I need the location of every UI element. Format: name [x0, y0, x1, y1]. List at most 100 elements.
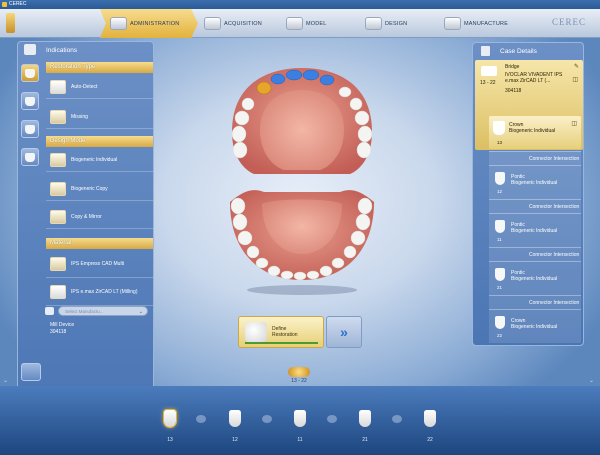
- bridge-type: Bridge: [505, 64, 520, 70]
- strip-tooth-label: 21: [362, 437, 368, 443]
- bridge-icon: [25, 96, 35, 106]
- pontic-icon: [495, 172, 505, 185]
- define-restoration-button[interactable]: Define Restoration: [238, 316, 324, 348]
- option-ips-empress[interactable]: IPS Empress CAD Multi: [46, 250, 153, 278]
- scroll-right-panel-icon[interactable]: ⌄: [589, 377, 594, 384]
- design-icon: [365, 17, 382, 30]
- strip-tooth-21[interactable]: [359, 410, 371, 427]
- item-tooth: 13: [497, 140, 503, 145]
- define-label-line2: Restoration: [272, 332, 298, 338]
- option-label: Biogeneric Copy: [71, 185, 108, 192]
- double-chevron-right-icon: »: [340, 324, 348, 340]
- menu-button[interactable]: [6, 13, 15, 33]
- crown-icon: [495, 316, 505, 329]
- case-item-connector[interactable]: Connector Intersection: [489, 199, 581, 213]
- tab-inlay[interactable]: [21, 148, 39, 166]
- strip-connector[interactable]: [196, 415, 206, 423]
- strip-connector[interactable]: [262, 415, 272, 423]
- option-copy-mirror[interactable]: Copy & Mirror: [46, 205, 153, 229]
- delete-icon[interactable]: ◫: [572, 76, 578, 83]
- option-missing[interactable]: Missing: [46, 105, 153, 129]
- inlay-icon: [25, 152, 35, 162]
- pontic-icon: [495, 268, 505, 281]
- scroll-left-panel-icon[interactable]: ⌄: [3, 377, 8, 384]
- cerec-app: CEREC ADMINISTRATION ACQUISITION MODEL D…: [0, 0, 600, 455]
- crown-icon: [493, 121, 505, 135]
- strip-tooth-12[interactable]: [229, 410, 241, 427]
- case-item-crown-13[interactable]: Crown Biogeneric Individual 13 ◫: [489, 116, 581, 149]
- item-mode: Biogeneric Individual: [511, 324, 558, 330]
- edit-icon[interactable]: ✎: [574, 63, 579, 70]
- case-details-icon: [481, 46, 490, 56]
- case-item-pontic-21[interactable]: Pontic Biogeneric Individual 21: [489, 261, 581, 295]
- option-label: Auto-Detect: [71, 83, 98, 90]
- case-item-connector[interactable]: Connector Intersection: [489, 247, 581, 261]
- selection-range-label: 13 - 22: [291, 378, 307, 384]
- case-details-panel: Case Details Bridge IVOCLAR VIVADENT IPS…: [472, 42, 584, 346]
- selection-range-icon: [288, 367, 310, 377]
- option-label: IPS Empress CAD Multi: [71, 260, 125, 267]
- biogeneric-copy-icon: [50, 181, 66, 196]
- bridge-icon: [481, 66, 497, 76]
- item-label: Pontic Biogeneric Individual: [511, 270, 557, 282]
- case-item-pontic-11[interactable]: Pontic Biogeneric Individual 11: [489, 213, 581, 247]
- jaw-shadow: [247, 285, 357, 295]
- tab-bridge[interactable]: [21, 92, 39, 110]
- mill-device-label: Mill Device: [50, 322, 75, 328]
- step-label: DESIGN: [385, 20, 408, 27]
- bridge-range: 13 - 22: [480, 80, 496, 86]
- item-mode: Biogeneric Individual: [511, 276, 558, 282]
- progress-bar: [245, 342, 318, 344]
- strip-connector[interactable]: [392, 415, 402, 423]
- bridge-material: IVOCLAR VIVADENT IPS e.max ZirCAD LT (..…: [505, 72, 563, 84]
- jaw-3d-view[interactable]: [200, 62, 405, 302]
- mill-device-value: 304118: [50, 329, 67, 335]
- option-biogeneric-copy[interactable]: Biogeneric Copy: [46, 177, 153, 201]
- indications-panel: Indications Restoration Type Auto-Detect…: [17, 41, 154, 413]
- tooth-13-selected[interactable]: [256, 81, 272, 95]
- step-label: ADMINISTRATION: [130, 20, 180, 27]
- strip-tooth-22[interactable]: [424, 410, 436, 427]
- next-step-button[interactable]: »: [326, 316, 362, 348]
- strip-tooth-label: 11: [297, 437, 303, 443]
- material-block-icon: [50, 284, 66, 299]
- section-restoration-type: Restoration Type: [46, 62, 153, 73]
- tab-crown[interactable]: [21, 64, 39, 82]
- select-placeholder: Select Manufactu...: [65, 309, 104, 314]
- strip-tooth-11[interactable]: [294, 410, 306, 427]
- acquisition-icon: [204, 17, 221, 30]
- copy-mirror-icon: [50, 209, 66, 224]
- item-tooth: 12: [497, 189, 503, 194]
- manufacturer-select[interactable]: Select Manufactu... ⌄: [58, 306, 148, 316]
- option-label: Missing: [71, 113, 88, 120]
- strip-connector[interactable]: [327, 415, 337, 423]
- step-administration[interactable]: ADMINISTRATION: [100, 9, 198, 38]
- step-model[interactable]: MODEL: [282, 9, 357, 38]
- step-label: MANUFACTURE: [464, 20, 509, 27]
- item-tooth: 21: [497, 285, 503, 290]
- strip-tooth-13[interactable]: [164, 410, 176, 427]
- crown-icon: [25, 68, 35, 78]
- lower-tool-button[interactable]: [21, 363, 41, 381]
- option-label: Biogeneric Individual: [71, 156, 118, 163]
- auto-detect-icon: [50, 79, 66, 94]
- step-manufacture[interactable]: MANUFACTURE: [440, 9, 530, 38]
- item-mode: Biogeneric Individual: [509, 128, 556, 134]
- step-acquisition[interactable]: ACQUISITION: [200, 9, 278, 38]
- option-auto-detect[interactable]: Auto-Detect: [46, 75, 153, 99]
- item-label: Crown Biogeneric Individual: [511, 318, 557, 330]
- case-item-pontic-12[interactable]: Pontic Biogeneric Individual 12: [489, 165, 581, 199]
- option-biogeneric-individual[interactable]: Biogeneric Individual: [46, 148, 153, 172]
- option-ips-emax-zircad[interactable]: IPS e.max ZirCAD LT (Milling): [46, 278, 153, 306]
- app-icon: [2, 2, 7, 7]
- section-design-mode: Design Mode: [46, 136, 153, 147]
- case-item-crown-22[interactable]: Crown Biogeneric Individual 22: [489, 309, 581, 343]
- item-label: Pontic Biogeneric Individual: [511, 222, 557, 234]
- step-design[interactable]: DESIGN: [361, 9, 436, 38]
- option-label: Copy & Mirror: [71, 213, 102, 220]
- tab-implant[interactable]: [21, 120, 39, 138]
- delete-icon[interactable]: ◫: [571, 120, 577, 127]
- case-item-connector[interactable]: Connector Intersection: [489, 295, 581, 309]
- indications-icon: [24, 44, 36, 55]
- case-item-connector[interactable]: Connector Intersection: [489, 151, 581, 165]
